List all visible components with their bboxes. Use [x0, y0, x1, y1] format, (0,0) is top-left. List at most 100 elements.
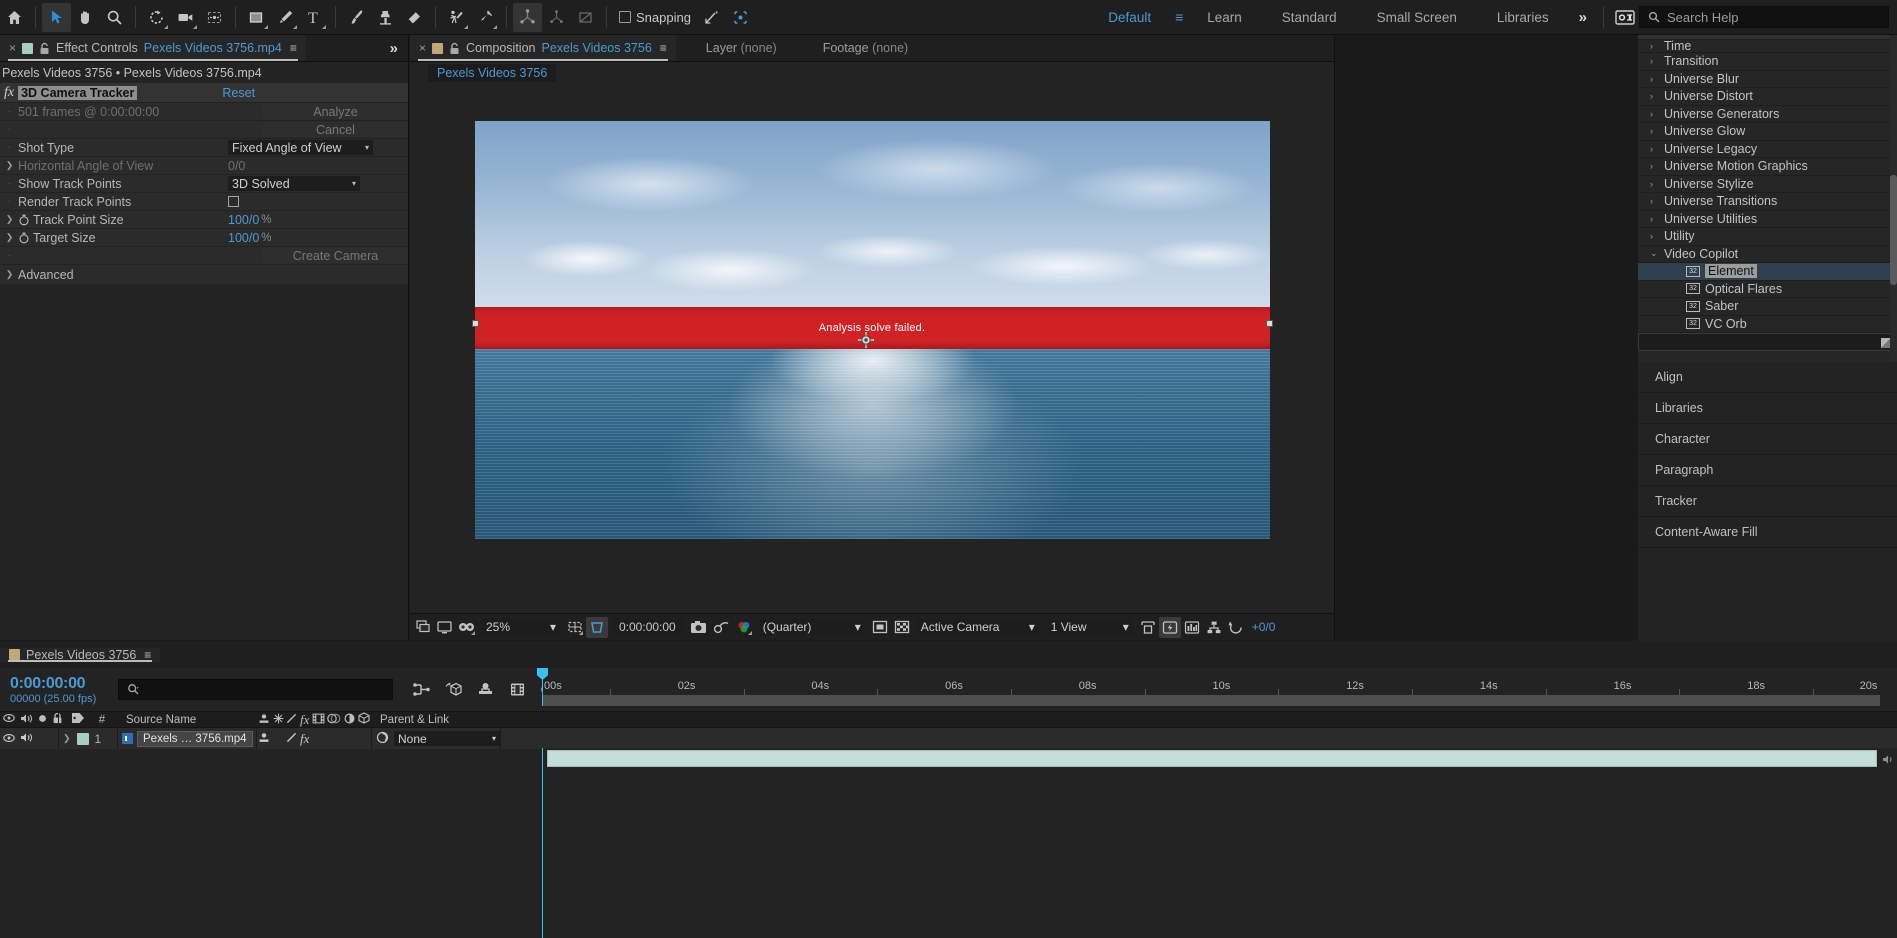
effects-group-universe-distort[interactable]: › Universe Distort — [1638, 88, 1897, 106]
banner-handle-left[interactable] — [471, 319, 479, 327]
shape-tool-icon[interactable] — [242, 3, 271, 32]
workspace-default[interactable]: Default — [1088, 10, 1171, 25]
expand-arrow-icon[interactable]: ❯ — [4, 232, 15, 243]
stopwatch-icon[interactable] — [18, 232, 30, 244]
tab-composition[interactable]: × Composition Pexels Videos 3756 ≡ — [410, 35, 676, 61]
timeline-time-display[interactable]: 0:00:00:00 00000 (25.00 fps) — [0, 675, 118, 705]
effects-group-utility[interactable]: › Utility — [1638, 228, 1897, 246]
brush-tool-icon[interactable] — [342, 3, 371, 32]
tab-timeline-comp[interactable]: Pexels Videos 3756 ≡ — [0, 647, 161, 662]
collapse-icon[interactable] — [273, 713, 284, 727]
timeline-ruler[interactable]: 00s 02s 04s 06s 08s 10s 12s 14s 16s 18s … — [542, 668, 1880, 695]
layer-label-color[interactable] — [76, 732, 89, 745]
effects-group-time[interactable]: › Time — [1638, 40, 1897, 53]
render-track-points-checkbox[interactable] — [228, 196, 239, 207]
speaker-icon[interactable] — [20, 713, 33, 727]
effect-controls-overflow-icon[interactable]: » — [380, 35, 408, 61]
motion-blur-icon[interactable] — [327, 713, 341, 727]
anchor-point-tool-icon[interactable] — [200, 3, 229, 32]
chevron-right-icon[interactable]: › — [1650, 214, 1659, 224]
effects-group-universe-stylize[interactable]: › Universe Stylize — [1638, 176, 1897, 193]
rotation-tool-icon[interactable] — [142, 3, 171, 32]
home-icon[interactable] — [0, 3, 29, 32]
layer-source-name[interactable]: Pexels … 3756.mp4 — [137, 730, 253, 747]
chevron-right-icon[interactable]: › — [1650, 231, 1659, 241]
chevron-right-icon[interactable]: › — [1650, 161, 1659, 171]
timeline-flowchart-icon[interactable] — [1181, 617, 1203, 638]
track-point-size-value[interactable]: 100/0 — [228, 213, 259, 227]
timeline-current-time[interactable]: 0:00:00:00 — [10, 675, 118, 693]
effects-scrollbar[interactable] — [1890, 35, 1897, 362]
layer-audio-toggle[interactable] — [20, 732, 33, 746]
breadcrumb-item[interactable]: Pexels Videos 3756 — [428, 64, 557, 82]
always-preview-icon[interactable] — [413, 617, 434, 638]
workspace-standard[interactable]: Standard — [1262, 10, 1357, 25]
panel-libraries[interactable]: Libraries — [1638, 393, 1897, 424]
workspace-learn[interactable]: Learn — [1187, 10, 1262, 25]
chevron-right-icon[interactable]: › — [1650, 109, 1659, 119]
3d-layer-icon[interactable] — [358, 712, 370, 727]
timeline-playhead-ruler[interactable] — [537, 668, 548, 706]
panel-align[interactable]: Align — [1638, 362, 1897, 393]
horizontal-angle-value[interactable]: 0/0 — [228, 159, 245, 173]
composition-mini-flowchart-icon[interactable] — [412, 680, 431, 699]
camera-tool-icon[interactable] — [171, 3, 200, 32]
create-camera-button[interactable]: Create Camera — [263, 248, 408, 263]
timeline-track-area[interactable] — [542, 748, 1880, 938]
help-search-input[interactable]: Search Help — [1639, 6, 1889, 28]
local-axis-mode-icon[interactable] — [513, 2, 542, 32]
type-tool-icon[interactable]: T — [300, 3, 329, 32]
effect-optical-flares[interactable]: 32 Optical Flares — [1638, 281, 1897, 298]
index-column-header[interactable]: # — [99, 714, 105, 726]
effects-icon[interactable]: fx — [300, 712, 309, 728]
resolution-dropdown[interactable]: (Quarter) ▾ — [758, 618, 865, 636]
zoom-level-dropdown[interactable]: 25% ▾ — [482, 618, 560, 636]
tab-effect-controls[interactable]: × Effect Controls Pexels Videos 3756.mp4… — [0, 35, 306, 61]
expand-arrow-icon[interactable]: ❯ — [4, 269, 15, 280]
effects-group-universe-utilities[interactable]: › Universe Utilities — [1638, 211, 1897, 228]
layer-expand-arrow-icon[interactable]: ❯ — [63, 733, 71, 744]
pixel-aspect-correction-icon[interactable] — [1137, 617, 1159, 638]
3d-glasses-icon[interactable] — [455, 617, 478, 638]
chevron-right-icon[interactable]: › — [1650, 41, 1659, 51]
timeline-work-area-bar[interactable] — [542, 695, 1880, 706]
workspace-small-screen[interactable]: Small Screen — [1357, 10, 1477, 25]
pen-tool-icon[interactable] — [271, 3, 300, 32]
snap-align-icon[interactable] — [726, 3, 755, 32]
frame-blend-icon[interactable] — [312, 713, 325, 727]
timeline-speaker-icon[interactable] — [1882, 752, 1895, 764]
frame-blending-icon[interactable] — [508, 680, 527, 699]
chevron-right-icon[interactable]: › — [1650, 196, 1659, 206]
hide-shy-layers-icon[interactable] — [476, 680, 495, 699]
timeline-playhead-track[interactable] — [542, 748, 543, 938]
table-row[interactable]: ❯ 1 Pexels … 3756.mp4 fx None ▾ — [0, 728, 1897, 749]
parent-pick-whip-icon[interactable] — [376, 731, 389, 747]
effects-group-video-copilot[interactable]: ⌄ Video Copilot — [1638, 246, 1897, 263]
label-tag-icon[interactable] — [71, 712, 85, 727]
layer-video-toggle[interactable] — [3, 732, 15, 746]
workspace-menu-icon[interactable]: ≡ — [1171, 9, 1187, 25]
comp-flowchart-icon[interactable] — [1203, 617, 1225, 638]
timeline-layer-clip[interactable] — [547, 750, 1877, 767]
layer-effects-toggle[interactable]: fx — [300, 731, 309, 747]
snapping-toggle[interactable]: Snapping — [613, 10, 697, 25]
target-size-value[interactable]: 100/0 — [228, 231, 259, 245]
panel-character[interactable]: Character — [1638, 424, 1897, 455]
parent-link-column-header[interactable]: Parent & Link — [380, 714, 449, 726]
panel-tracker[interactable]: Tracker — [1638, 486, 1897, 517]
panel-menu-icon[interactable]: ≡ — [144, 648, 151, 662]
effect-saber[interactable]: 32 Saber — [1638, 298, 1897, 316]
source-name-column-header[interactable]: Source Name — [126, 714, 196, 726]
solo-dot-icon[interactable] — [38, 714, 47, 726]
snap-to-feature-icon[interactable] — [697, 3, 726, 32]
effects-group-universe-transitions[interactable]: › Universe Transitions — [1638, 193, 1897, 211]
eye-icon[interactable] — [3, 713, 15, 726]
world-axis-mode-icon[interactable] — [542, 3, 571, 32]
composition-viewer[interactable]: Analysis solve failed. — [410, 84, 1334, 613]
draft-3d-icon[interactable] — [444, 680, 463, 699]
workspace-overflow-icon[interactable]: » — [1569, 9, 1597, 26]
layer-quality-toggle[interactable] — [286, 732, 297, 746]
show-track-points-dropdown[interactable]: 3D Solved ▾ — [228, 176, 360, 191]
chevron-right-icon[interactable]: › — [1650, 56, 1659, 66]
workspace-settings-icon[interactable] — [1610, 3, 1639, 32]
